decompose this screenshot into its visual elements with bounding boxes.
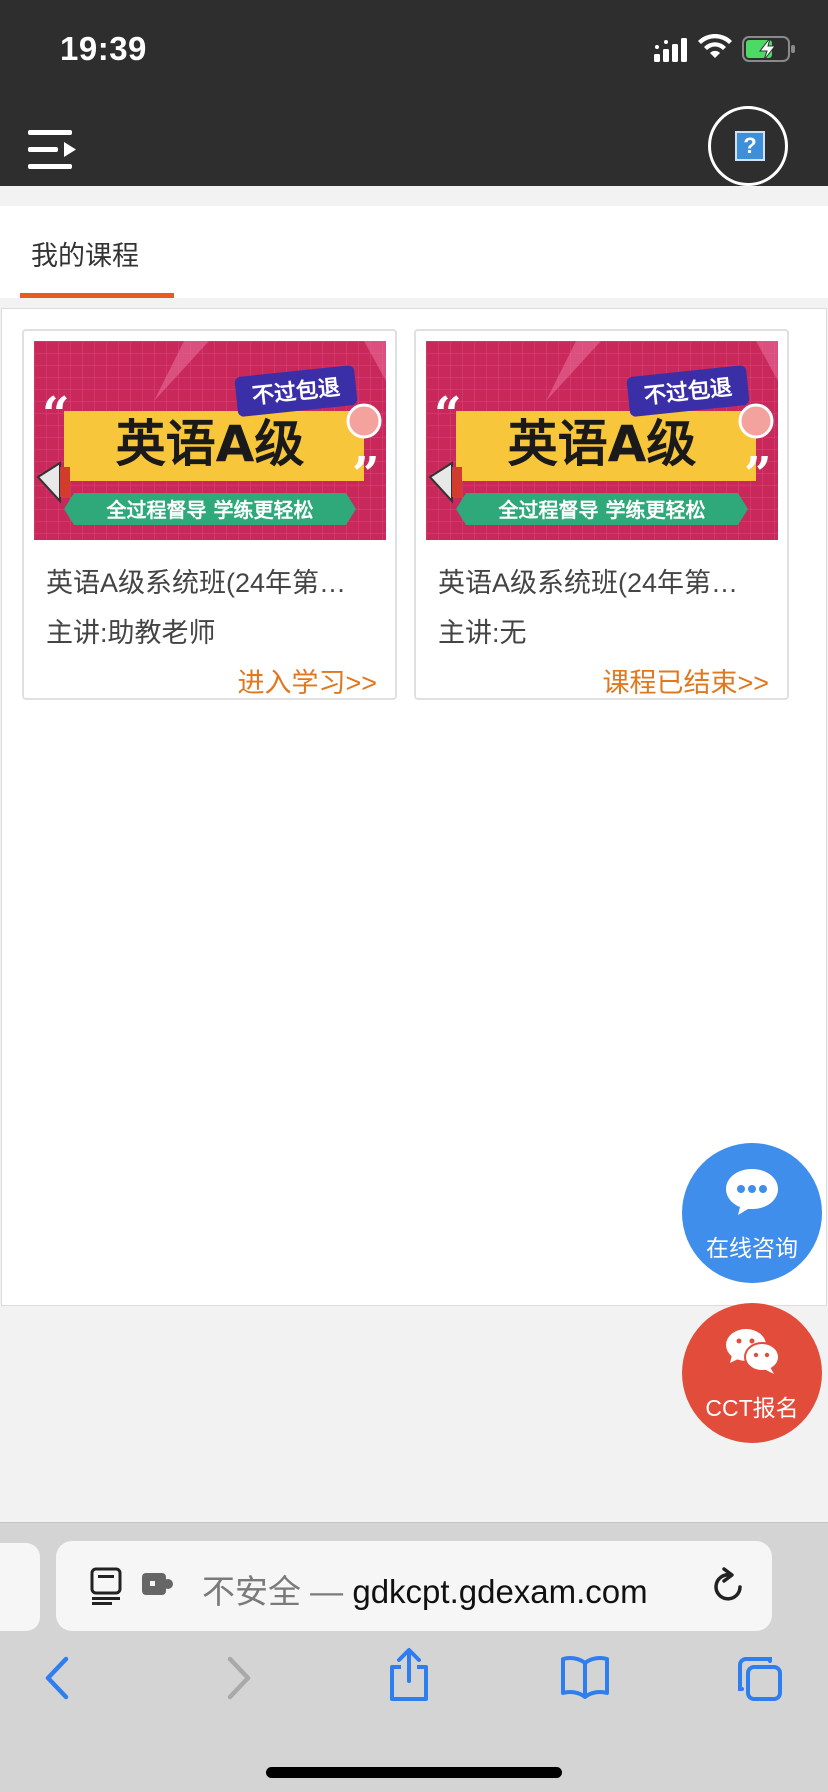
- url-text[interactable]: 不安全 — gdkcpt.gdexam.com: [202, 1565, 648, 1613]
- help-button[interactable]: ?: [708, 106, 788, 186]
- svg-text:”: ”: [744, 447, 772, 503]
- browser-toolbar: 不安全 — gdkcpt.gdexam.com: [0, 1522, 828, 1792]
- course-card[interactable]: “ ” 英语A级 不过包退 全过程督导 学练更轻松 英语A级系统班(24年第… …: [414, 329, 789, 700]
- address-bar[interactable]: 不安全 — gdkcpt.gdexam.com: [56, 1541, 772, 1631]
- cct-signup-label: CCT报名: [705, 1395, 799, 1421]
- cct-signup-button[interactable]: CCT报名: [682, 1303, 822, 1443]
- top-bar: 19:39 ?: [0, 0, 828, 186]
- back-icon[interactable]: [42, 1655, 74, 1701]
- course-title[interactable]: 英语A级系统班(24年第…: [438, 561, 772, 600]
- reader-mode-icon[interactable]: [90, 1567, 122, 1605]
- banner-headline: 英语A级: [508, 415, 697, 473]
- tab-my-courses[interactable]: 我的课程: [20, 206, 174, 298]
- battery-charging-icon: [742, 36, 795, 62]
- svg-text:“: “: [434, 387, 462, 443]
- online-consult-label: 在线咨询: [706, 1235, 798, 1261]
- help-icon: ?: [735, 131, 765, 161]
- tabs-icon[interactable]: [736, 1655, 784, 1703]
- course-ended-link[interactable]: 课程已结束>>: [602, 661, 769, 700]
- svg-text:”: ”: [352, 447, 380, 503]
- reload-icon[interactable]: [710, 1567, 746, 1605]
- tab-label: 我的课程: [31, 241, 139, 271]
- course-card[interactable]: “ ” 英语A级 不过包退 全过程督导 学练更轻松 英语A级系统班(24年第… …: [22, 329, 397, 700]
- url-domain: gdkcpt.gdexam.com: [352, 1573, 648, 1610]
- banner-headline: 英语A级: [116, 415, 305, 473]
- course-teacher: 主讲:助教老师: [46, 618, 216, 648]
- enter-study-link[interactable]: 进入学习>>: [237, 661, 377, 700]
- previous-tab-preview[interactable]: [0, 1543, 40, 1631]
- online-consult-button[interactable]: 在线咨询: [682, 1143, 822, 1283]
- course-banner-image[interactable]: “ ” 英语A级 不过包退 全过程督导 学练更轻松: [34, 341, 386, 540]
- status-time: 19:39: [60, 30, 147, 67]
- banner-slogan: 全过程督导 学练更轻松: [106, 498, 314, 522]
- svg-text:“: “: [42, 387, 70, 443]
- banner-slogan: 全过程督导 学练更轻松: [498, 498, 706, 522]
- forward-icon[interactable]: [222, 1655, 254, 1701]
- cellular-signal-icon: [654, 38, 687, 62]
- course-teacher: 主讲:无: [438, 618, 527, 648]
- course-banner-image[interactable]: “ ” 英语A级 不过包退 全过程督导 学练更轻松: [426, 341, 778, 540]
- menu-expand-icon[interactable]: [26, 126, 78, 174]
- extension-icon[interactable]: [142, 1571, 174, 1597]
- chat-bubble-icon: [726, 1169, 778, 1215]
- home-indicator: [266, 1767, 562, 1778]
- tab-bar: 我的课程: [0, 206, 828, 298]
- course-title[interactable]: 英语A级系统班(24年第…: [46, 561, 380, 600]
- bookmarks-icon[interactable]: [560, 1655, 610, 1699]
- share-icon[interactable]: [388, 1647, 430, 1703]
- insecure-label: 不安全 —: [202, 1573, 353, 1610]
- wechat-icon: [726, 1329, 780, 1374]
- wifi-icon: [698, 34, 732, 58]
